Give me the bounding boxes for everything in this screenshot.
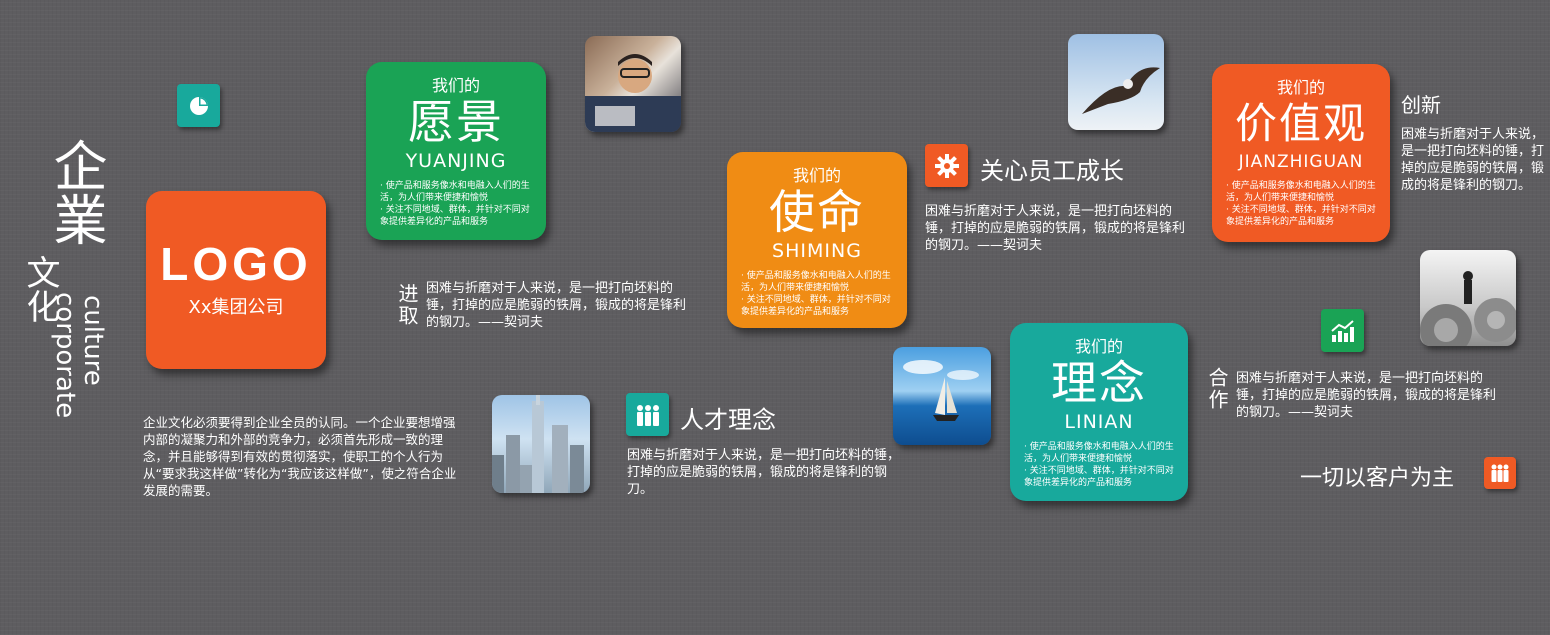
philosophy-pinyin: LINIAN [1064,411,1134,433]
kehu-heading: 一切以客户为主 [1300,466,1455,491]
pie-chart-icon [177,84,220,127]
jinqu-text: 困难与折磨对于人来说，是一把打向坯料的锤，打掉的应是脆弱的铁屑，锻成的将是锋利的… [426,281,687,330]
values-pinyin: JIANZHIGUAN [1238,152,1364,172]
mission-sub: 我们的 [792,166,841,185]
values-title: 价值观 [1234,99,1367,148]
culture-title-en-1: culture [78,295,108,386]
culture-title-cn-top: 企業 [44,138,107,246]
photo-businessman-gears [1420,250,1516,346]
values-desc: · 使产品和服务像水和电融入人们的生活，为人们带来便捷和愉悦 · 关注不同地域、… [1226,181,1376,227]
chuangxin-text: 困难与折磨对于人来说，是一把打向坯料的锤，打掉的应是脆弱的铁屑，锻成的将是锋利的… [1401,127,1545,190]
gear-icon [925,144,968,187]
team-icon [1484,457,1516,489]
logo-card: LOGO Xx集团公司 [146,191,326,369]
vision-pinyin: YUANJING [405,150,507,172]
values-card: 我们的 价值观 JIANZHIGUAN · 使产品和服务像水和电融入人们的生活，… [1212,64,1390,242]
photo-team-meeting [585,36,681,132]
mission-title: 使命 [769,185,865,239]
values-sub: 我们的 [1276,78,1325,97]
vision-sub: 我们的 [431,76,480,95]
company-name: Xx集团公司 [188,297,284,318]
logo-text: LOGO [160,238,312,290]
people-icon [626,393,669,436]
hezuo-label: 合作 [1205,367,1229,411]
photo-sailing-ship [893,347,991,445]
culture-title-en-2: corporate [50,292,80,419]
photo-eagle [1068,34,1164,130]
vision-title: 愿景 [408,95,504,149]
philosophy-sub: 我们的 [1074,337,1123,356]
growth-chart-icon [1321,309,1364,352]
guanxin-heading: 关心员工成长 [980,157,1124,185]
guanxin-text: 困难与折磨对于人来说，是一把打向坯料的锤，打掉的应是脆弱的铁屑，锻成的将是锋利的… [925,204,1186,253]
philosophy-desc: · 使产品和服务像水和电融入人们的生活，为人们带来便捷和愉悦 · 关注不同地域、… [1024,442,1174,488]
photo-city-skyline [492,395,590,493]
rencai-heading: 人才理念 [680,406,776,434]
mission-desc: · 使产品和服务像水和电融入人们的生活，为人们带来便捷和愉悦 · 关注不同地域、… [741,271,891,317]
mission-pinyin: SHIMING [772,240,862,262]
vision-card: 我们的 愿景 YUANJING · 使产品和服务像水和电融入人们的生活，为人们带… [366,62,546,240]
jinqu-label: 进取 [395,283,419,327]
mission-card: 我们的 使命 SHIMING · 使产品和服务像水和电融入人们的生活，为人们带来… [727,152,907,328]
rencai-text: 困难与折磨对于人来说，是一把打向坯料的锤，打掉的应是脆弱的铁屑，锻成的将是锋利的… [627,448,901,497]
chuangxin-heading: 创新 [1401,93,1441,117]
hezuo-text: 困难与折磨对于人来说，是一把打向坯料的锤，打掉的应是脆弱的铁屑，锻成的将是锋利的… [1236,371,1497,420]
philosophy-title: 理念 [1051,356,1147,410]
intro-paragraph: 企业文化必须要得到企业全员的认同。一个企业要想增强内部的凝聚力和外部的竞争力，必… [143,415,457,498]
philosophy-card: 我们的 理念 LINIAN · 使产品和服务像水和电融入人们的生活，为人们带来便… [1010,323,1188,501]
vision-desc: · 使产品和服务像水和电融入人们的生活，为人们带来便捷和愉悦 · 关注不同地域、… [380,181,530,227]
